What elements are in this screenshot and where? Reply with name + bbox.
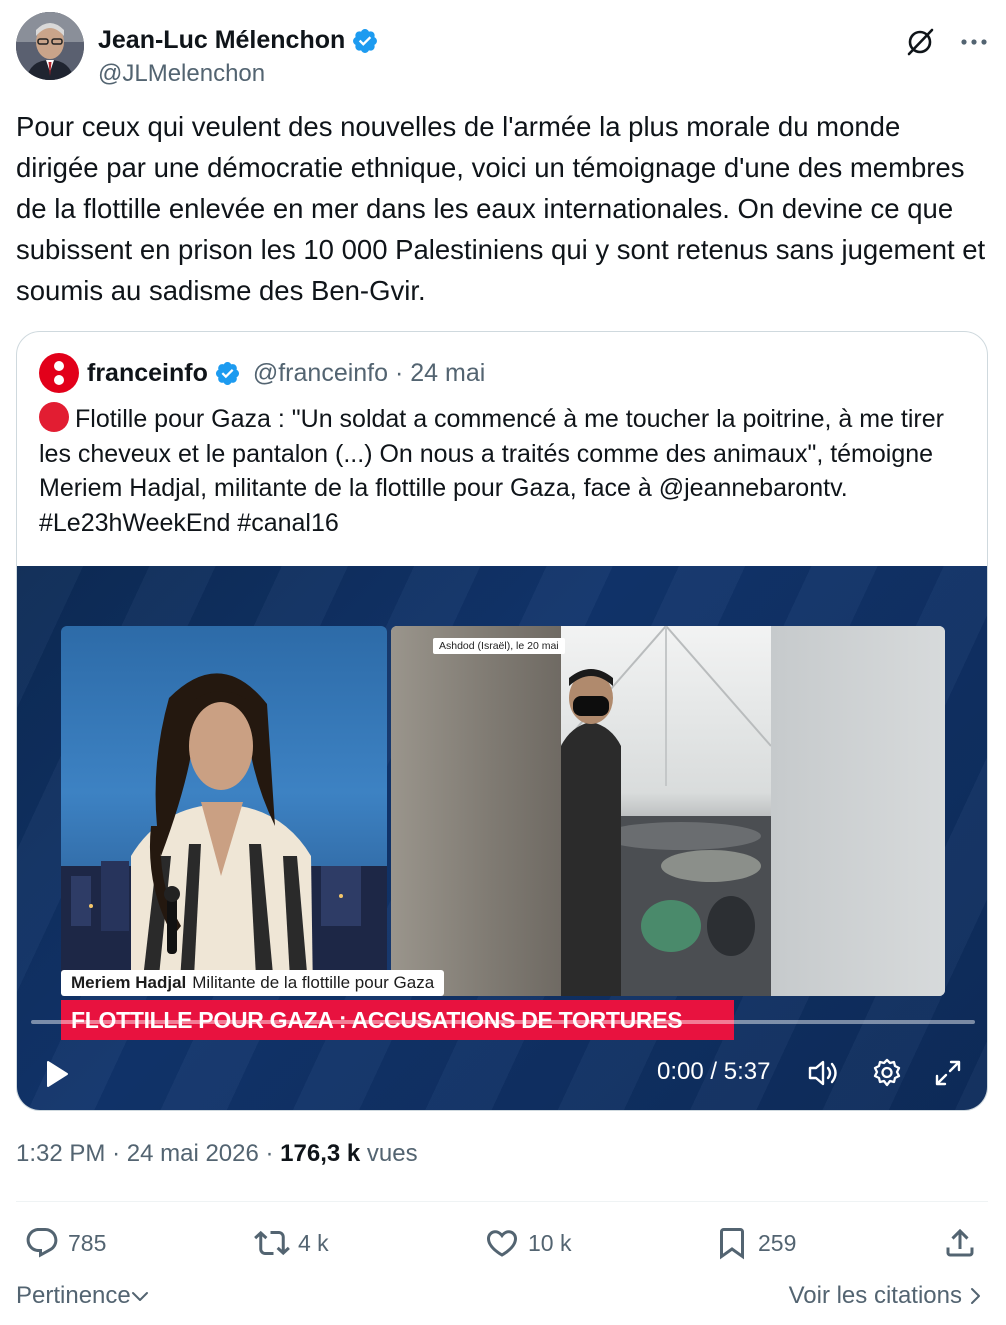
share-icon [946,1228,974,1257]
quote-handle[interactable]: @franceinfo [253,359,388,387]
like-button[interactable]: 10 k [484,1220,571,1266]
quote-text-block: Flotille pour Gaza : "Un soldat a commen… [39,402,969,540]
reply-count: 785 [68,1229,107,1256]
franceinfo-avatar[interactable] [39,353,79,393]
more-options-icon[interactable] [958,26,990,58]
chevron-right-icon [971,1288,980,1304]
tweet-text: Pour ceux qui veulent des nouvelles de l… [16,111,986,306]
video-speaker-title: Militante de la flottille pour Gaza [192,973,435,992]
view-quotes-label: Voir les citations [788,1282,962,1309]
quote-separator: · [394,358,404,387]
video-time: 0:00 / 5:37 [657,1058,771,1085]
repost-icon [254,1230,290,1256]
video-speaker-name: Meriem Hadjal [71,973,187,992]
meta-separator: · [112,1140,121,1167]
video-progress-bar[interactable] [31,1020,975,1024]
play-icon[interactable] [45,1060,69,1093]
sort-dropdown[interactable]: Pertinence [16,1282,149,1310]
author-handle[interactable]: @JLMelenchon [98,60,265,88]
views-label: vues [366,1140,418,1167]
author-name[interactable]: Jean-Luc Mélenchon [98,26,345,55]
settings-gear-icon[interactable] [870,1056,904,1090]
bookmark-count: 259 [758,1229,797,1256]
grok-icon[interactable] [904,26,936,58]
video-player[interactable]: Ashdod (Israël), le 20 mai Meriem Hadjal… [17,566,987,1110]
repost-button[interactable]: 4 k [254,1220,329,1266]
quote-text: Flotille pour Gaza : "Un soldat a commen… [39,405,944,537]
bookmark-icon [720,1228,744,1260]
tweet-header: Jean-Luc Mélenchon @JLMelenchon [16,12,990,87]
heart-icon [486,1230,518,1257]
divider [16,1201,988,1202]
quote-author-name[interactable]: franceinfo [87,359,208,388]
quote-meta: @franceinfo · 24 mai [253,359,485,388]
verified-badge-icon [353,28,378,53]
share-button[interactable] [942,1220,986,1266]
reply-button[interactable]: 785 [24,1220,106,1266]
video-footage-panel: Ashdod (Israël), le 20 mai [391,626,945,996]
bookmark-button[interactable]: 259 [714,1220,796,1266]
tweet-metadata: 1:32 PM · 24 mai 2026 · 176,3 k vues [16,1140,418,1168]
tweet-time[interactable]: 1:32 PM [16,1140,105,1167]
chevron-down-icon [131,1292,148,1301]
sort-label: Pertinence [16,1282,131,1309]
video-speaker-lower-third: Meriem Hadjal Militante de la flottille … [61,970,445,996]
quote-date[interactable]: 24 mai [410,359,485,387]
video-speaker-panel [61,626,387,996]
fullscreen-icon[interactable] [931,1056,965,1090]
like-count: 10 k [528,1229,572,1256]
author-avatar[interactable] [16,12,84,80]
quoted-tweet[interactable]: franceinfo @franceinfo · 24 mai Flotille… [16,331,988,1111]
views-count: 176,3 k [280,1140,361,1167]
volume-icon[interactable] [807,1056,841,1090]
reply-icon [26,1228,58,1258]
tweet-date[interactable]: 24 mai 2026 [127,1140,259,1167]
action-bar: 785 4 k 10 k 259 [16,1220,988,1266]
verified-badge-icon [215,361,239,385]
view-quotes-link[interactable]: Voir les citations [789,1282,982,1310]
video-location-tag: Ashdod (Israël), le 20 mai [433,638,565,654]
meta-separator: · [265,1140,274,1167]
repost-count: 4 k [298,1229,329,1256]
red-circle-emoji-icon [39,402,69,432]
